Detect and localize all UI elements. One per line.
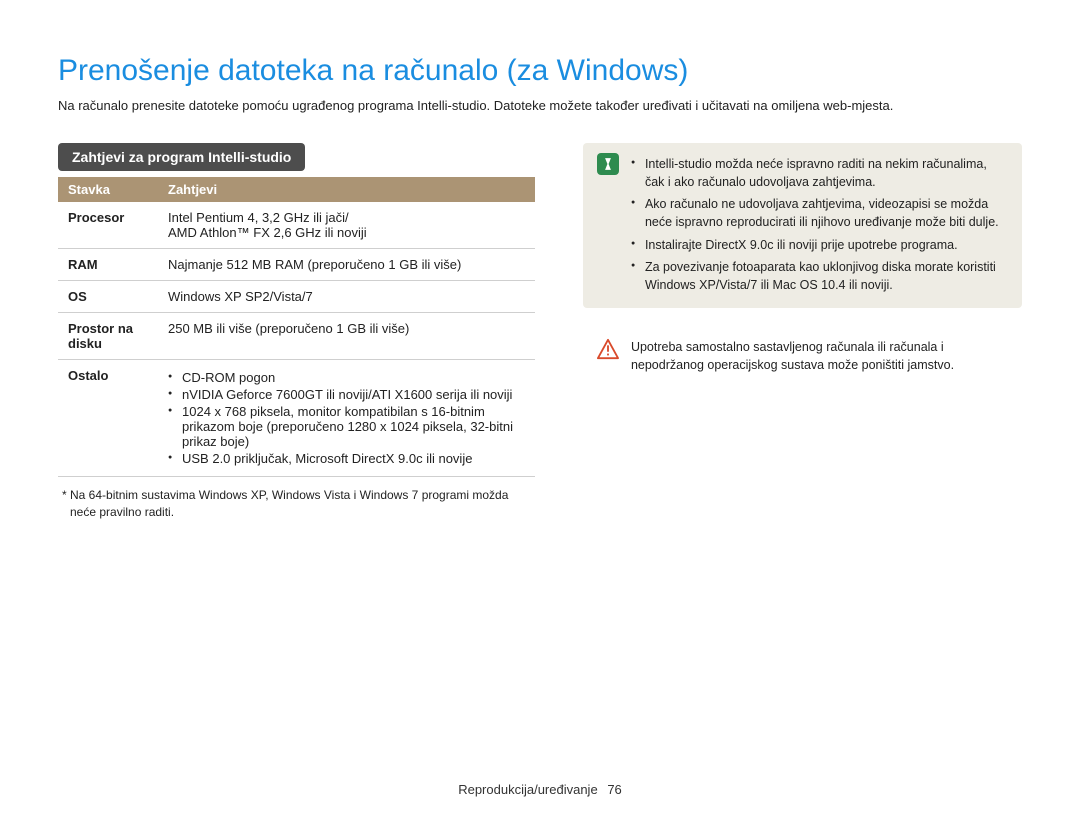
list-item: 1024 x 768 piksela, monitor kompatibilan… xyxy=(168,404,525,449)
table-row: RAM Najmanje 512 MB RAM (preporučeno 1 G… xyxy=(58,249,535,281)
th-zahtjevi: Zahtjevi xyxy=(158,177,535,202)
requirements-table: Stavka Zahtjevi Procesor Intel Pentium 4… xyxy=(58,177,535,477)
list-item: nVIDIA Geforce 7600GT ili noviji/ATI X16… xyxy=(168,387,525,402)
table-row: OS Windows XP SP2/Vista/7 xyxy=(58,281,535,313)
footnote: * Na 64-bitnim sustavima Windows XP, Win… xyxy=(58,487,535,521)
page-footer: Reprodukcija/uređivanje 76 xyxy=(0,782,1080,797)
cell-label: RAM xyxy=(58,249,158,281)
list-item: Intelli-studio možda neće ispravno radit… xyxy=(631,155,1008,191)
text: Intel Pentium 4, 3,2 GHz ili jači/ xyxy=(168,210,525,225)
list-item: Instalirajte DirectX 9.0c ili noviji pri… xyxy=(631,236,1008,254)
warning-note: Upotreba samostalno sastavljenog računal… xyxy=(583,336,1022,376)
footer-section: Reprodukcija/uređivanje xyxy=(458,782,597,797)
cell-value: CD-ROM pogon nVIDIA Geforce 7600GT ili n… xyxy=(158,360,535,477)
section-heading: Zahtjevi za program Intelli-studio xyxy=(58,143,305,171)
table-row: Procesor Intel Pentium 4, 3,2 GHz ili ja… xyxy=(58,202,535,249)
cell-value: Najmanje 512 MB RAM (preporučeno 1 GB il… xyxy=(158,249,535,281)
cell-value: Windows XP SP2/Vista/7 xyxy=(158,281,535,313)
cell-label: Procesor xyxy=(58,202,158,249)
page-number: 76 xyxy=(607,782,621,797)
list-item: Ako računalo ne udovoljava zahtjevima, v… xyxy=(631,195,1008,231)
cell-label: Prostor na disku xyxy=(58,313,158,360)
info-icon xyxy=(597,153,619,175)
table-row: Prostor na disku 250 MB ili više (prepor… xyxy=(58,313,535,360)
cell-label: OS xyxy=(58,281,158,313)
cell-value: Intel Pentium 4, 3,2 GHz ili jači/ AMD A… xyxy=(158,202,535,249)
text: AMD Athlon™ FX 2,6 GHz ili noviji xyxy=(168,225,525,240)
info-note: Intelli-studio možda neće ispravno radit… xyxy=(583,143,1022,308)
list-item: CD-ROM pogon xyxy=(168,370,525,385)
page-title: Prenošenje datoteka na računalo (za Wind… xyxy=(58,54,1022,88)
list-item: Za povezivanje fotoaparata kao uklonjivo… xyxy=(631,258,1008,294)
warning-text: Upotreba samostalno sastavljenog računal… xyxy=(631,338,1008,374)
cell-label: Ostalo xyxy=(58,360,158,477)
table-row: Ostalo CD-ROM pogon nVIDIA Geforce 7600G… xyxy=(58,360,535,477)
th-stavka: Stavka xyxy=(58,177,158,202)
cell-value: 250 MB ili više (preporučeno 1 GB ili vi… xyxy=(158,313,535,360)
warning-icon xyxy=(597,338,619,360)
intro-text: Na računalo prenesite datoteke pomoću ug… xyxy=(58,98,1022,113)
list-item: USB 2.0 priključak, Microsoft DirectX 9.… xyxy=(168,451,525,466)
